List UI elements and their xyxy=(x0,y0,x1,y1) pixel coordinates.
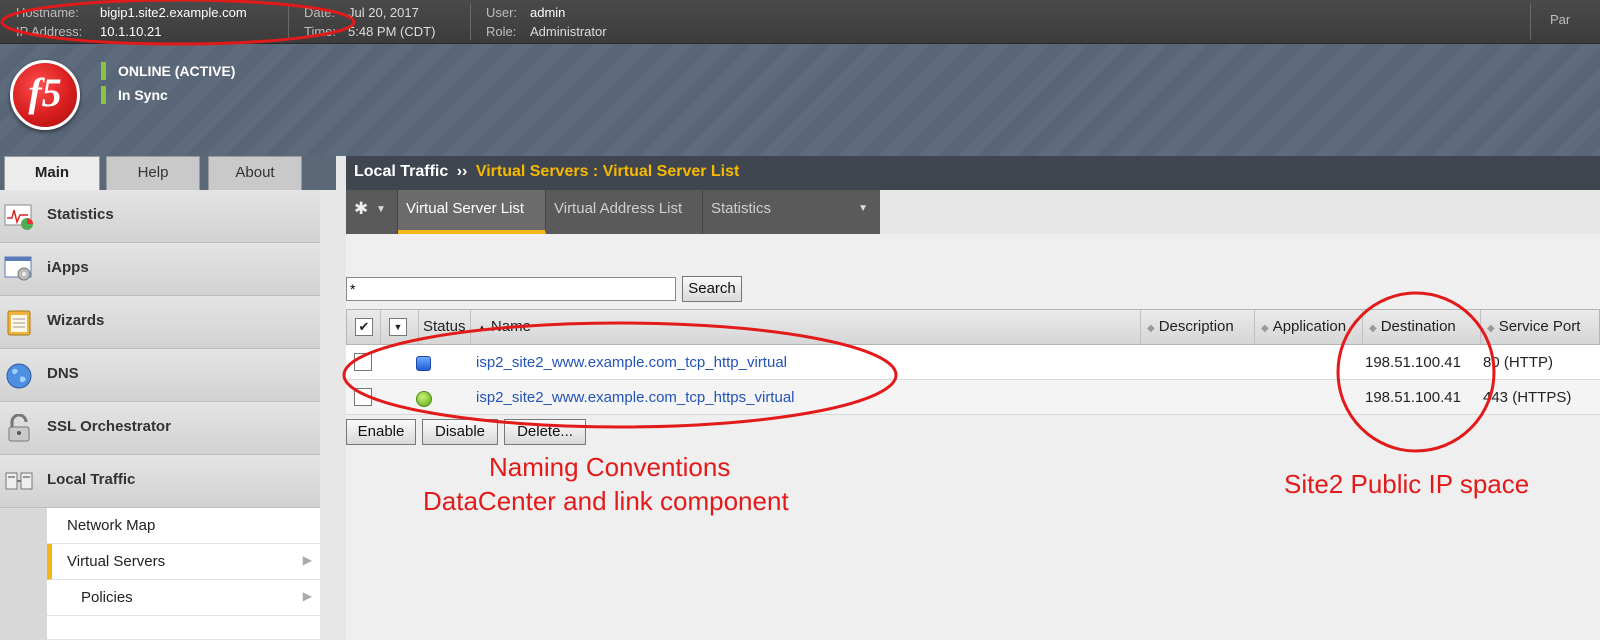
annotation-naming-subtitle: DataCenter and link component xyxy=(423,486,789,516)
annotation-ellipse-destination xyxy=(1336,291,1496,453)
annotation-site2: Site2 Public IP space xyxy=(1284,469,1530,499)
annotation-overlay xyxy=(0,0,1496,453)
annotation-ellipse-names xyxy=(342,321,898,429)
annotation-ellipse-host xyxy=(0,0,356,46)
annotation-naming-title: Naming Conventions xyxy=(489,452,731,482)
